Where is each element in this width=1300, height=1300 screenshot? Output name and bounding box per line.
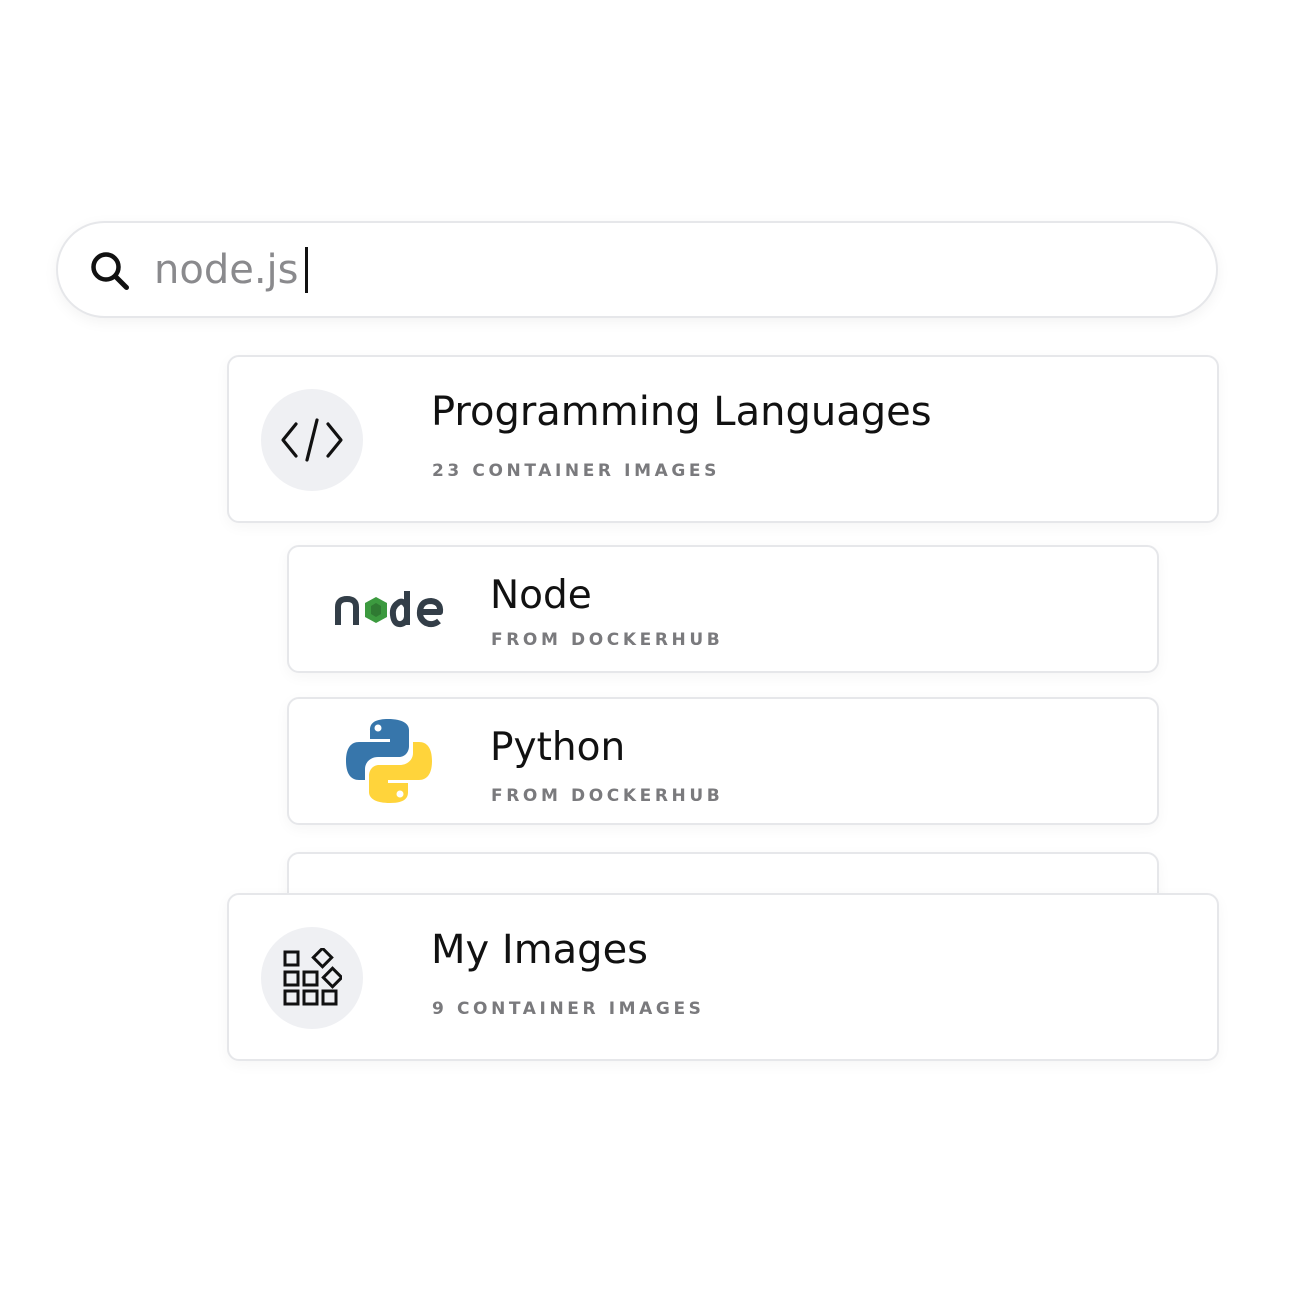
image-item-title: Python xyxy=(490,725,626,770)
category-title: Programming Languages xyxy=(431,389,932,435)
code-icon xyxy=(281,418,343,462)
apps-icon xyxy=(283,948,342,1006)
category-subtitle: 9 CONTAINER IMAGES xyxy=(432,999,705,1019)
search-input-value: node.js xyxy=(154,247,299,293)
search-input[interactable]: node.js xyxy=(154,241,1154,299)
image-item-title: Node xyxy=(490,573,592,618)
image-item-python[interactable]: Python FROM DOCKERHUB xyxy=(287,697,1159,825)
text-caret xyxy=(304,247,308,293)
python-logo xyxy=(346,719,432,803)
container-image-picker: node.js Programming Languages 23 CONTAIN… xyxy=(0,0,1300,1300)
nodejs-logo xyxy=(335,591,444,628)
apps-icon-container xyxy=(261,927,363,1029)
category-title: My Images xyxy=(431,927,649,973)
image-item-source: FROM DOCKERHUB xyxy=(491,786,724,806)
code-icon-container xyxy=(261,389,363,491)
image-item-source: FROM DOCKERHUB xyxy=(491,630,724,650)
category-subtitle: 23 CONTAINER IMAGES xyxy=(432,461,720,481)
category-my-images[interactable]: My Images 9 CONTAINER IMAGES xyxy=(227,893,1219,1061)
category-programming-languages[interactable]: Programming Languages 23 CONTAINER IMAGE… xyxy=(227,355,1219,523)
image-item-node[interactable]: Node FROM DOCKERHUB xyxy=(287,545,1159,673)
search-bar[interactable]: node.js xyxy=(56,221,1218,318)
search-icon xyxy=(91,252,129,290)
